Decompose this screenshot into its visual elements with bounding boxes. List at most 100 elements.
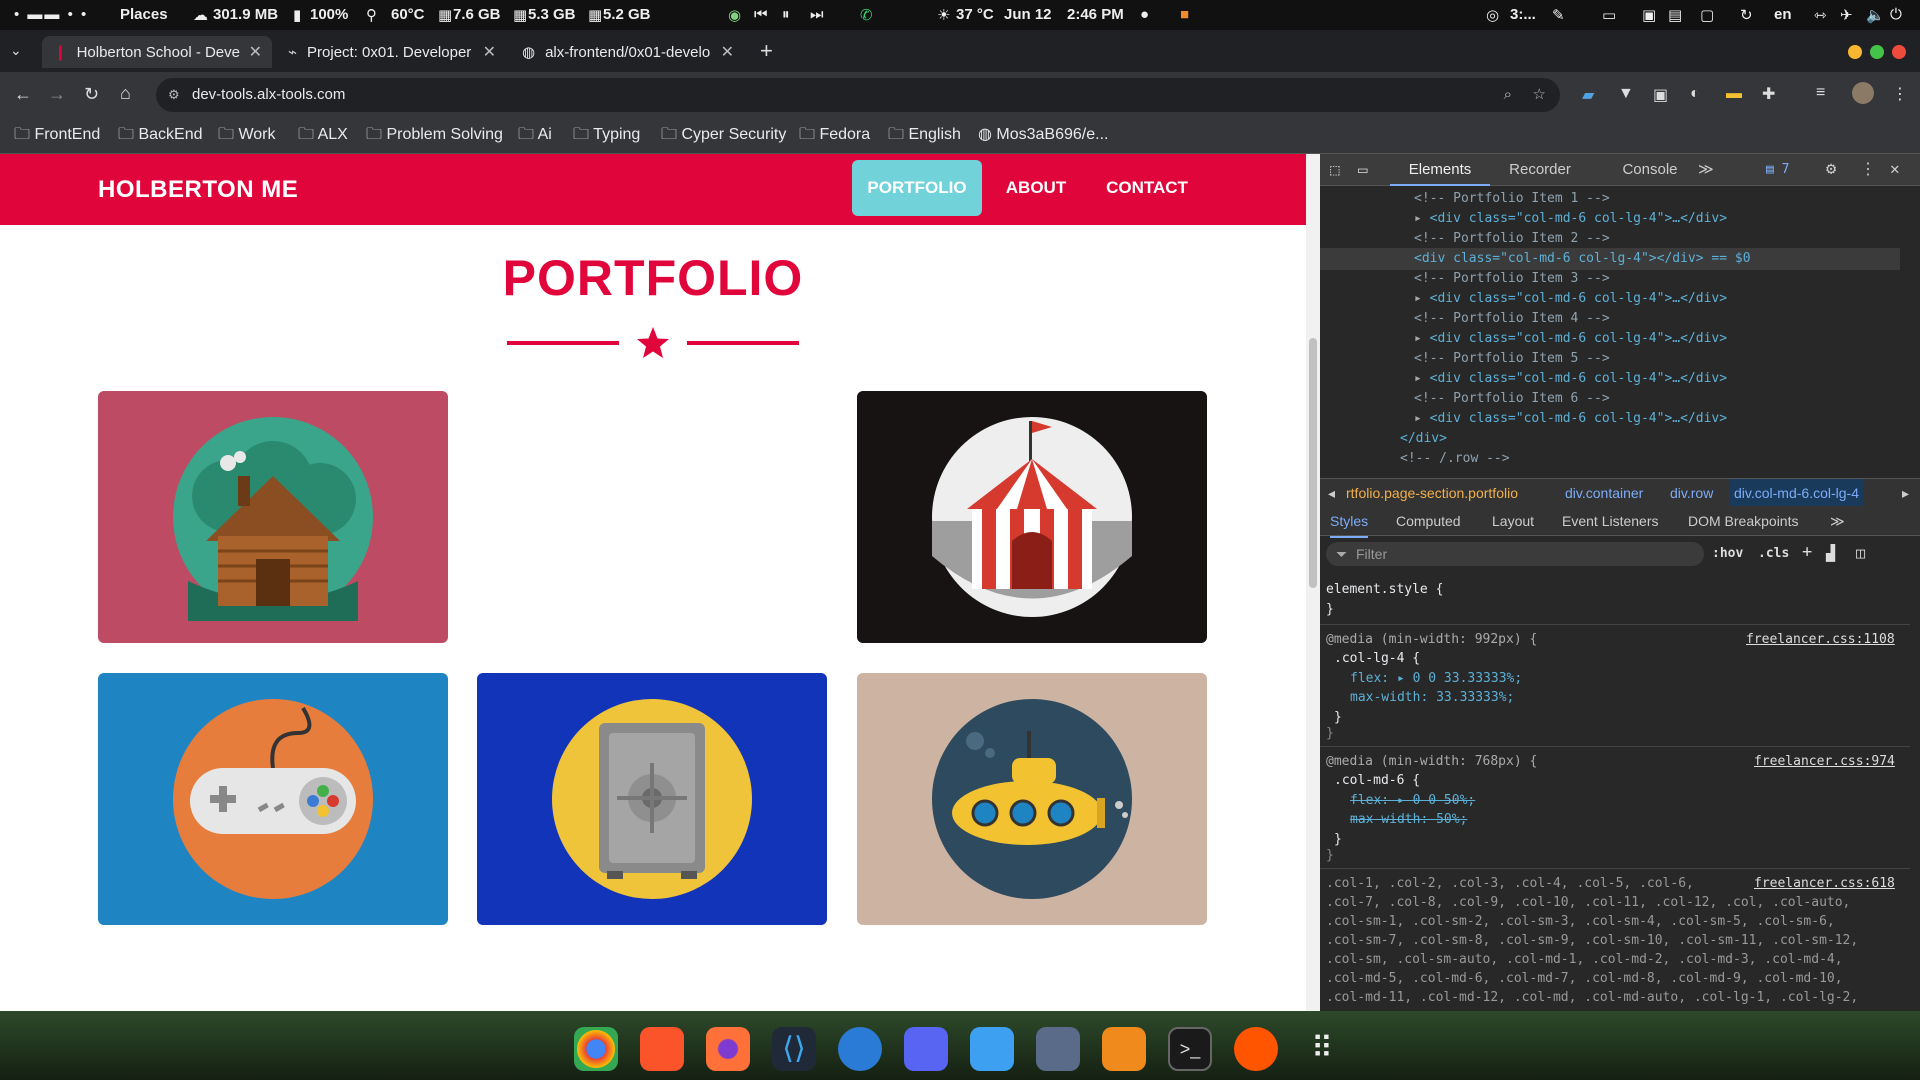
tab-dom-breakpoints[interactable]: DOM Breakpoints xyxy=(1688,506,1798,536)
dom-node[interactable]: ▸ <div class="col-md-6 col-lg-4">…</div> xyxy=(1414,289,1727,309)
breadcrumb-left-icon[interactable]: ◂ xyxy=(1328,479,1335,507)
extension-4-icon[interactable]: ▬ xyxy=(1726,85,1742,103)
thunderbird-dock-icon[interactable] xyxy=(838,1027,882,1071)
bookmark-ai[interactable]: 🗀 Ai xyxy=(518,121,552,149)
reading-list-icon[interactable]: ≡ xyxy=(1816,84,1825,102)
browser-menu-icon[interactable]: ⋮ xyxy=(1892,84,1908,104)
brave-dock-icon[interactable] xyxy=(640,1027,684,1071)
refresh-tray-icon[interactable]: ↻ xyxy=(1740,6,1753,24)
bookmark-fedora[interactable]: 🗀 Fedora xyxy=(799,121,870,149)
device-toolbar-icon[interactable]: ▭ xyxy=(1358,160,1368,179)
finder-dock-icon[interactable] xyxy=(970,1027,1014,1071)
forward-icon[interactable]: → xyxy=(48,84,66,105)
home-icon[interactable]: ⌂ xyxy=(120,83,131,104)
tray-app-icon[interactable]: ◎ xyxy=(1486,6,1499,24)
reload-icon[interactable]: ↻ xyxy=(84,84,99,105)
power-icon[interactable]: ⏻ xyxy=(1890,6,1902,23)
bookmark-english[interactable]: 🗀 English xyxy=(888,121,961,149)
page-scrollbar[interactable] xyxy=(1306,154,1320,1011)
portfolio-item-circus-tent[interactable] xyxy=(857,391,1207,643)
dom-node[interactable]: ▸ <div class="col-md-6 col-lg-4">…</div> xyxy=(1414,369,1727,389)
styles-filter-input[interactable]: ⏷ Filter xyxy=(1326,542,1704,566)
media-app-icon[interactable]: ◉ xyxy=(728,6,741,24)
portfolio-item-cabin[interactable] xyxy=(98,391,448,643)
firefox-dock-icon[interactable] xyxy=(706,1027,750,1071)
source-link-1108[interactable]: freelancer.css:1108 xyxy=(1746,630,1895,650)
tab-project[interactable]: ⌁ Project: 0x01. Developer ✕ xyxy=(276,36,506,68)
close-window-button[interactable] xyxy=(1892,45,1906,59)
new-tab-icon[interactable]: + xyxy=(760,38,773,64)
issues-badge[interactable]: ▤ 7 xyxy=(1766,162,1789,177)
devtools-tab-elements[interactable]: Elements xyxy=(1390,154,1490,186)
bookmark-frontend[interactable]: 🗀 FrontEnd xyxy=(14,121,100,149)
source-link-974[interactable]: freelancer.css:974 xyxy=(1754,752,1895,772)
maximize-button[interactable] xyxy=(1870,45,1884,59)
cls-toggle[interactable]: .cls xyxy=(1758,546,1789,561)
joplin-dock-icon[interactable] xyxy=(1036,1027,1080,1071)
breadcrumb-col[interactable]: div.col-md-6.col-lg-4 xyxy=(1730,479,1863,507)
inspect-element-icon[interactable]: ⬚ xyxy=(1330,160,1340,179)
pen-icon[interactable]: ✎ xyxy=(1552,6,1565,24)
app-grid-icon[interactable]: ⠿ xyxy=(1300,1027,1344,1071)
previous-track-icon[interactable]: ⏮ xyxy=(754,6,768,23)
bookmark-alx[interactable]: 🗀 ALX xyxy=(298,121,348,149)
extension-3-icon[interactable]: ◐ xyxy=(1690,85,1700,103)
paint-brush-icon[interactable]: ▟ xyxy=(1826,544,1835,562)
bookmark-cyper-security[interactable]: 🗀 Cyper Security xyxy=(661,121,786,149)
tab-github[interactable]: ◍ alx-frontend/0x01-develo ✕ xyxy=(510,36,744,68)
site-info-icon[interactable]: ⚙ xyxy=(168,78,180,112)
prop-max-width-overridden[interactable]: max-width: 50%; xyxy=(1350,810,1467,830)
portfolio-item-game-controller[interactable] xyxy=(98,673,448,925)
app-indicator-icon[interactable]: ■ xyxy=(1180,6,1189,23)
terminal-dock-icon[interactable]: >_ xyxy=(1168,1027,1212,1071)
notion-extension-icon[interactable]: ▣ xyxy=(1653,85,1668,105)
dom-node[interactable]: ▸ <div class="col-md-6 col-lg-4">…</div> xyxy=(1414,209,1727,229)
profile-avatar[interactable] xyxy=(1852,82,1874,104)
close-tab-icon[interactable]: ✕ xyxy=(721,42,734,62)
element-style-rule[interactable]: element.style { xyxy=(1326,580,1443,600)
nav-contact-link[interactable]: CONTACT xyxy=(1094,160,1200,216)
network-icon[interactable]: ⇿ xyxy=(1814,6,1827,24)
places-menu[interactable]: Places xyxy=(120,6,168,23)
rule-selector-col-md-6[interactable]: .col-md-6 { xyxy=(1334,771,1420,791)
extension-1-icon[interactable]: ▰ xyxy=(1582,85,1594,105)
devtools-close-icon[interactable]: ✕ xyxy=(1890,159,1900,178)
tab-styles[interactable]: Styles xyxy=(1330,506,1369,538)
devtools-settings-icon[interactable]: ⚙ xyxy=(1826,159,1836,179)
devtools-tab-recorder[interactable]: Recorder xyxy=(1495,154,1585,186)
clipboard-icon[interactable]: ▢ xyxy=(1700,6,1714,24)
more-panels-icon[interactable]: ≫ xyxy=(1830,506,1845,536)
tab-layout[interactable]: Layout xyxy=(1492,506,1534,536)
volume-icon[interactable]: 🔈 xyxy=(1866,6,1885,24)
site-brand[interactable]: HOLBERTON ME xyxy=(98,176,298,204)
prop-flex-overridden[interactable]: flex: ▸ 0 0 50%; xyxy=(1350,791,1475,811)
scrollbar-thumb[interactable] xyxy=(1309,338,1317,588)
breadcrumb-right-icon[interactable]: ▸ xyxy=(1902,479,1909,507)
dom-node-selected[interactable]: <div class="col-md-6 col-lg-4"></div> ==… xyxy=(1414,249,1751,269)
breadcrumb-row[interactable]: div.row xyxy=(1670,479,1713,507)
breadcrumb-section[interactable]: rtfolio.page-section.portfolio xyxy=(1346,479,1518,507)
extensions-puzzle-icon[interactable]: ✚ xyxy=(1762,84,1775,104)
airplane-icon[interactable]: ✈ xyxy=(1840,6,1853,24)
whatsapp-icon[interactable]: ✆ xyxy=(860,6,873,24)
bookmark-star-icon[interactable]: ☆ xyxy=(1533,78,1546,112)
portfolio-item-submarine[interactable] xyxy=(857,673,1207,925)
nav-about-link[interactable]: ABOUT xyxy=(990,160,1082,216)
devtools-tab-console[interactable]: Console xyxy=(1605,154,1695,186)
rule-selector-col-lg-4[interactable]: .col-lg-4 { xyxy=(1334,649,1420,669)
portfolio-item-safe[interactable] xyxy=(477,673,827,925)
note-tray-icon[interactable]: ▣ xyxy=(1642,6,1656,24)
source-link-618[interactable]: freelancer.css:618 xyxy=(1754,874,1895,894)
bookmark-github-repo[interactable]: ◍ Mos3aB696/e... xyxy=(978,121,1108,149)
tab-computed[interactable]: Computed xyxy=(1396,506,1461,536)
workspace-indicator[interactable]: • ▬▬ • • xyxy=(14,6,88,23)
breadcrumb-container[interactable]: div.container xyxy=(1565,479,1643,507)
hov-toggle[interactable]: :hov xyxy=(1712,546,1743,561)
extension-2-icon[interactable]: ▼ xyxy=(1618,85,1634,103)
dom-node[interactable]: ▸ <div class="col-md-6 col-lg-4">…</div> xyxy=(1414,329,1727,349)
discord-dock-icon[interactable] xyxy=(904,1027,948,1071)
close-tab-icon[interactable]: ✕ xyxy=(249,42,262,62)
bookmark-typing[interactable]: 🗀 Typing xyxy=(573,121,640,149)
vscode-dock-icon[interactable]: ⟨⟩ xyxy=(772,1027,816,1071)
dom-node[interactable]: ▸ <div class="col-md-6 col-lg-4">…</div> xyxy=(1414,409,1727,429)
